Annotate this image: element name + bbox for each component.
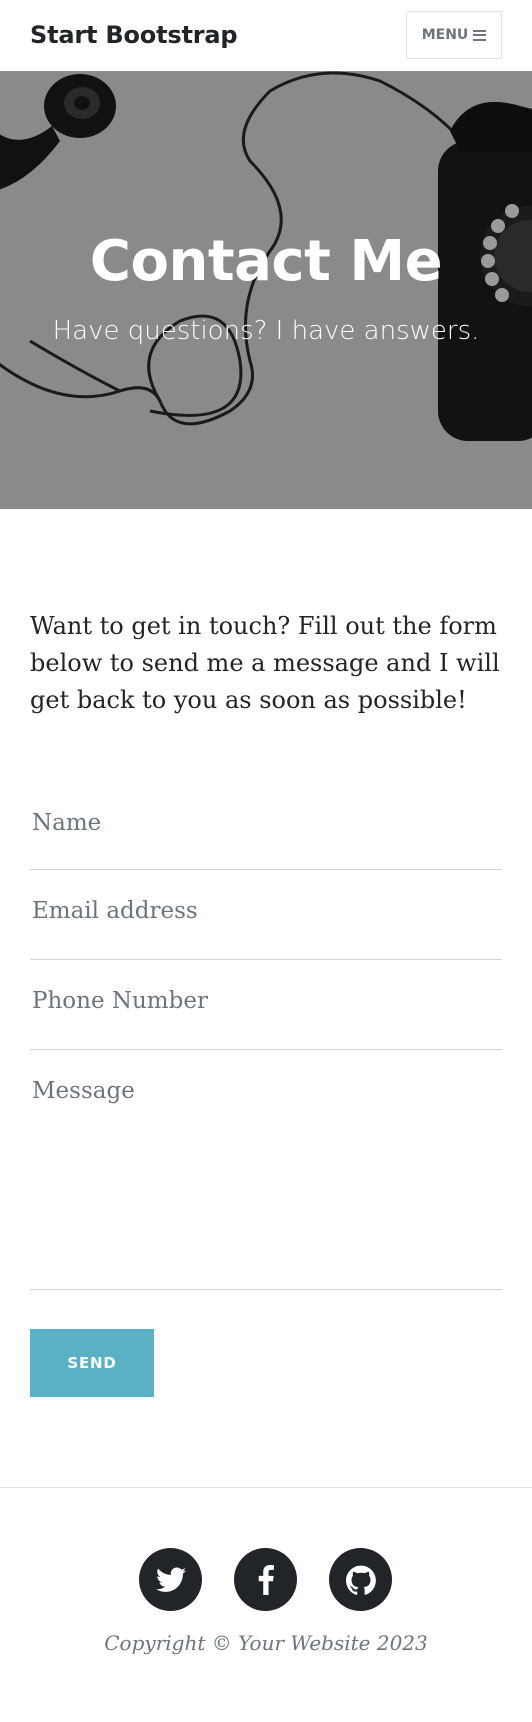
brand-link[interactable]: Start Bootstrap [30, 18, 238, 52]
menu-label: MENU [421, 27, 469, 43]
message-field[interactable]: Message [30, 1050, 502, 1290]
hero-header: Contact Me Have questions? I have answer… [0, 71, 532, 509]
github-link[interactable] [329, 1548, 392, 1611]
navbar: Start Bootstrap MENU [0, 0, 532, 71]
menu-button[interactable]: MENU [406, 11, 502, 59]
page-title: Contact Me [89, 229, 443, 294]
email-placeholder: Email address [32, 898, 198, 924]
phone-field[interactable]: Phone Number [30, 960, 502, 1050]
send-button[interactable]: SEND [30, 1329, 154, 1397]
name-field[interactable]: Name [30, 785, 502, 870]
message-placeholder: Message [32, 1078, 135, 1104]
hamburger-icon [473, 29, 487, 41]
copyright-text: Copyright © Your Website 2023 [104, 1631, 428, 1655]
name-placeholder: Name [32, 810, 102, 836]
github-icon [345, 1565, 376, 1595]
email-field[interactable]: Email address [30, 870, 502, 960]
facebook-link[interactable] [234, 1548, 297, 1611]
twitter-icon [155, 1567, 186, 1592]
intro-text: Want to get in touch? Fill out the form … [30, 612, 500, 715]
facebook-icon [258, 1564, 274, 1595]
page-subtitle: Have questions? I have answers. [52, 316, 480, 346]
twitter-link[interactable] [139, 1548, 202, 1611]
phone-placeholder: Phone Number [32, 988, 208, 1014]
footer-divider [0, 1487, 532, 1488]
